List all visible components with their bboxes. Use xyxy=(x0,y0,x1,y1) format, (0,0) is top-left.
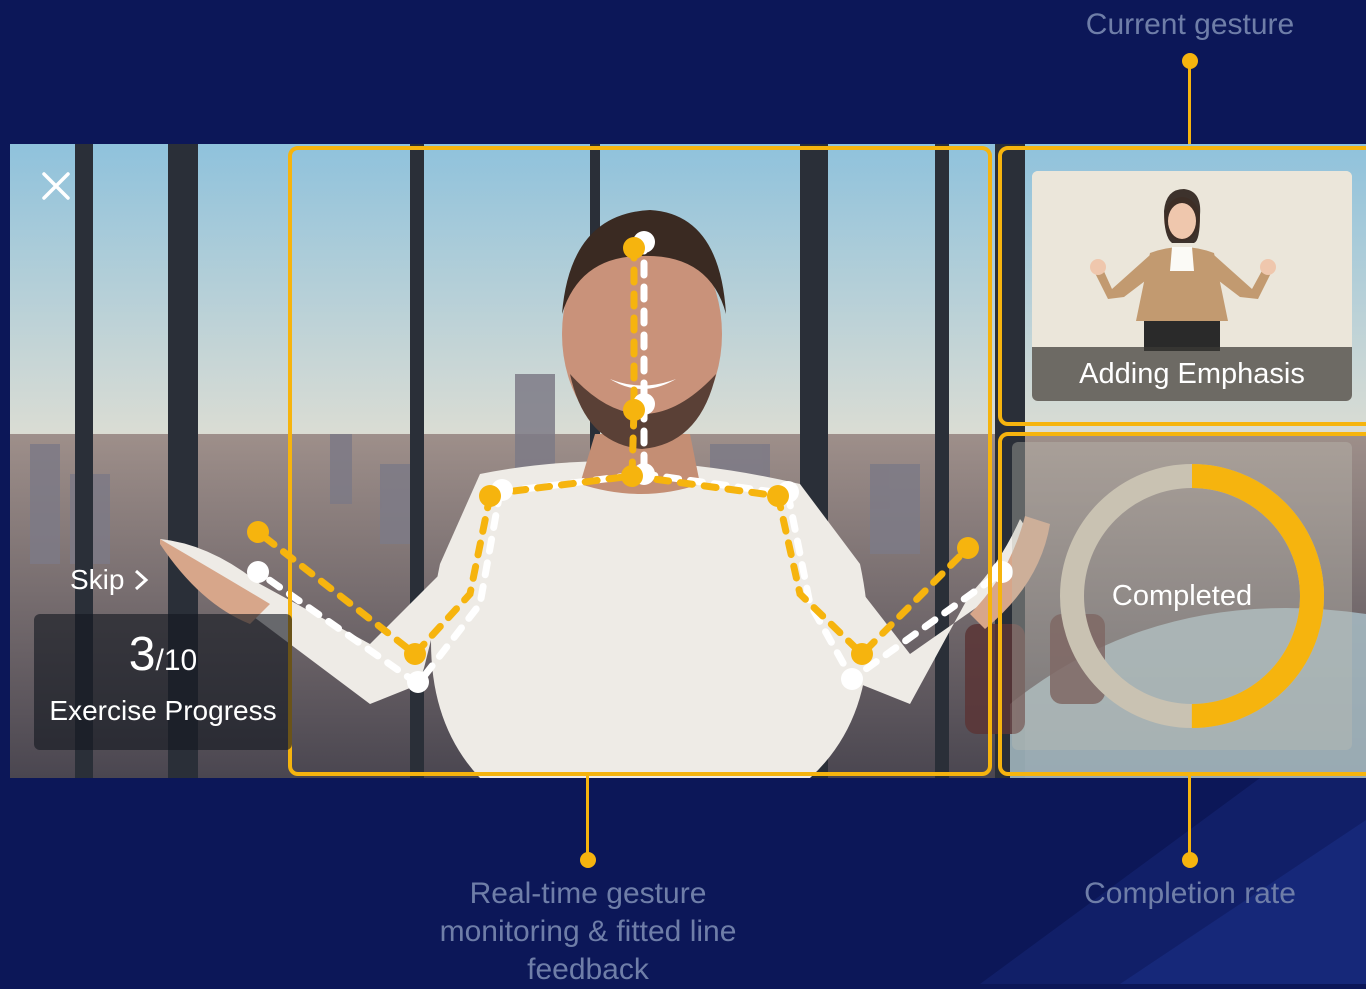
progress-label: Exercise Progress xyxy=(49,695,277,726)
realtime-monitoring-frame xyxy=(288,146,992,776)
gesture-name: Adding Emphasis xyxy=(1032,347,1352,401)
progress-count: 3/10 xyxy=(34,628,292,688)
progress-current: 3 xyxy=(128,628,156,681)
skip-label: Skip xyxy=(70,564,125,595)
callout-completion-rate: Completion rate xyxy=(1084,877,1296,910)
progress-total: /10 xyxy=(155,644,198,677)
chevron-right-icon xyxy=(135,569,149,591)
callout-leader-line xyxy=(1188,776,1191,856)
callout-dot xyxy=(580,852,596,868)
camera-stage: Skip 3/10 Exercise Progress Adding Empha… xyxy=(10,144,1366,778)
callout-current-gesture: Current gesture xyxy=(1085,8,1295,41)
callout-realtime-line-2: monitoring & fitted line xyxy=(439,915,737,948)
callout-realtime-line-3: feedback xyxy=(527,953,649,986)
callout-realtime-monitoring: Real-time gesture monitoring & fitted li… xyxy=(398,875,778,989)
completion-label: Completed xyxy=(1111,580,1253,612)
current-gesture-card: Adding Emphasis xyxy=(1032,171,1352,401)
callout-leader-line xyxy=(586,776,589,856)
callout-realtime-line-1: Real-time gesture xyxy=(469,877,707,910)
callout-dot xyxy=(1182,852,1198,868)
callout-leader-line xyxy=(1188,60,1191,148)
completion-rate-card: Completed xyxy=(1012,442,1352,750)
exercise-progress-card: 3/10 Exercise Progress xyxy=(34,614,292,750)
close-icon[interactable] xyxy=(36,166,76,206)
skip-button[interactable]: Skip xyxy=(70,564,150,596)
